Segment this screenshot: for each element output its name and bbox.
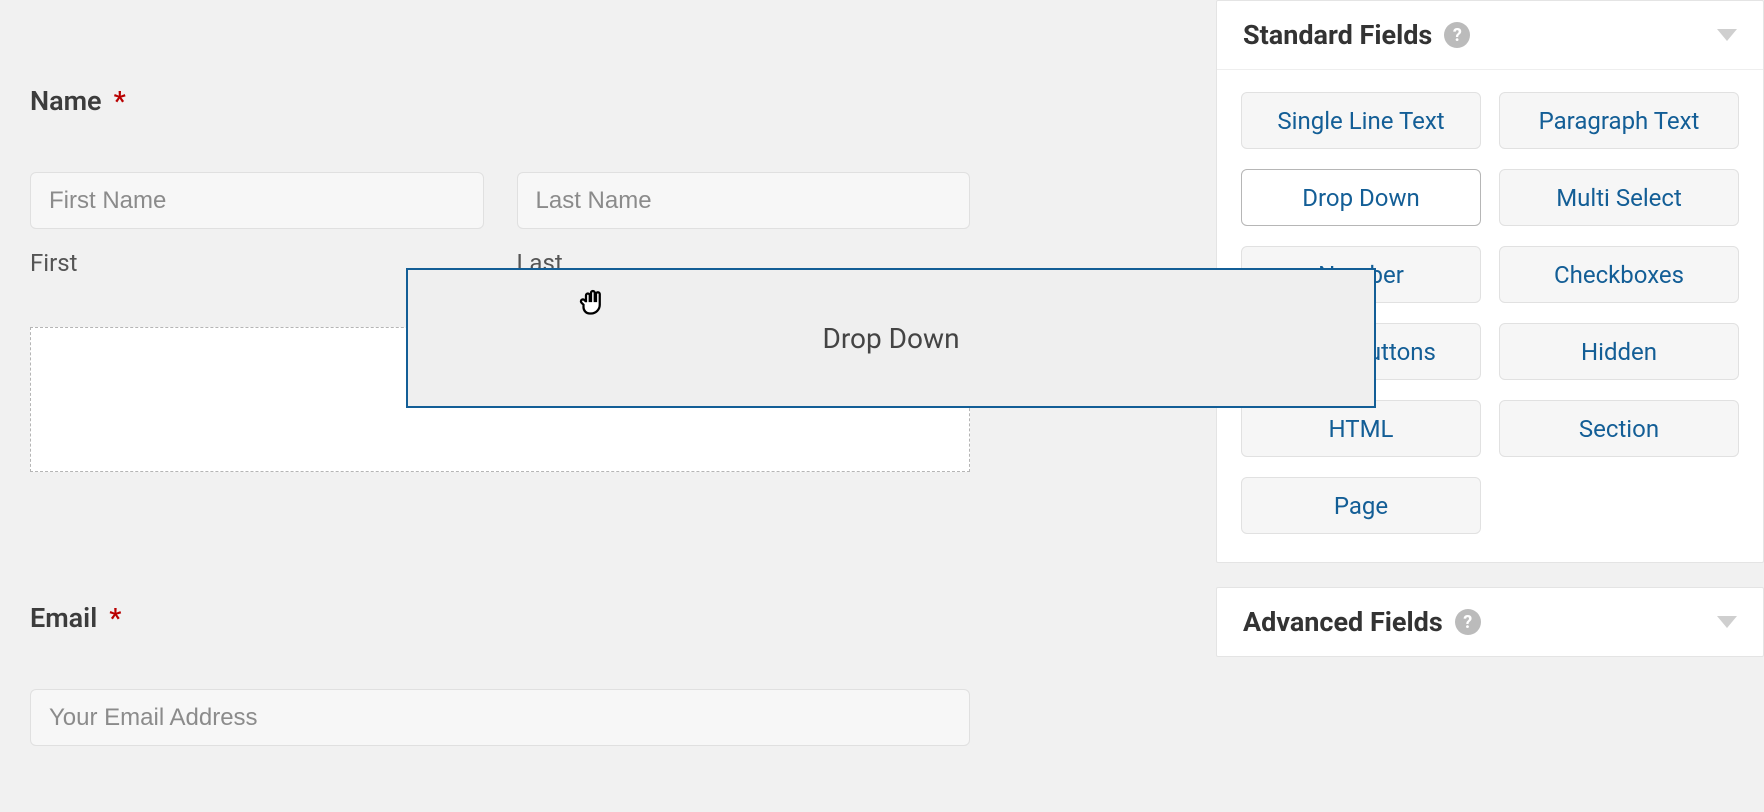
last-name-col: Last (517, 172, 971, 277)
field-btn-page[interactable]: Page (1241, 477, 1481, 534)
collapse-icon[interactable] (1717, 616, 1737, 628)
name-inputs-row: First Last (30, 172, 970, 277)
field-btn-single-line-text[interactable]: Single Line Text (1241, 92, 1481, 149)
field-btn-checkboxes[interactable]: Checkboxes (1499, 246, 1739, 303)
collapse-icon[interactable] (1717, 29, 1737, 41)
email-input[interactable] (30, 689, 970, 746)
email-label: Email (30, 602, 97, 634)
advanced-fields-header[interactable]: Advanced Fields ? (1217, 588, 1763, 656)
standard-fields-title-wrap: Standard Fields ? (1243, 19, 1470, 51)
field-btn-html[interactable]: HTML (1241, 400, 1481, 457)
field-btn-multi-select[interactable]: Multi Select (1499, 169, 1739, 226)
help-icon[interactable]: ? (1455, 609, 1481, 635)
standard-fields-title: Standard Fields (1243, 19, 1432, 51)
required-indicator: * (114, 85, 126, 117)
help-icon[interactable]: ? (1444, 22, 1470, 48)
advanced-fields-panel: Advanced Fields ? (1216, 587, 1764, 657)
name-field-header: Name * (30, 85, 970, 117)
field-btn-drop-down[interactable]: Drop Down (1241, 169, 1481, 226)
advanced-fields-title: Advanced Fields (1243, 606, 1443, 638)
standard-fields-header[interactable]: Standard Fields ? (1217, 1, 1763, 70)
field-btn-paragraph-text[interactable]: Paragraph Text (1499, 92, 1739, 149)
email-field-header: Email * (30, 602, 970, 634)
field-btn-hidden[interactable]: Hidden (1499, 323, 1739, 380)
last-name-input[interactable] (517, 172, 971, 229)
name-label: Name (30, 85, 102, 117)
email-field-block: Email * (30, 602, 970, 746)
first-name-col: First (30, 172, 484, 277)
required-indicator: * (109, 602, 121, 634)
advanced-fields-title-wrap: Advanced Fields ? (1243, 606, 1481, 638)
first-name-input[interactable] (30, 172, 484, 229)
email-input-wrap (30, 689, 970, 746)
drag-ghost-drop-down[interactable]: Drop Down (406, 268, 1376, 408)
field-btn-section[interactable]: Section (1499, 400, 1739, 457)
